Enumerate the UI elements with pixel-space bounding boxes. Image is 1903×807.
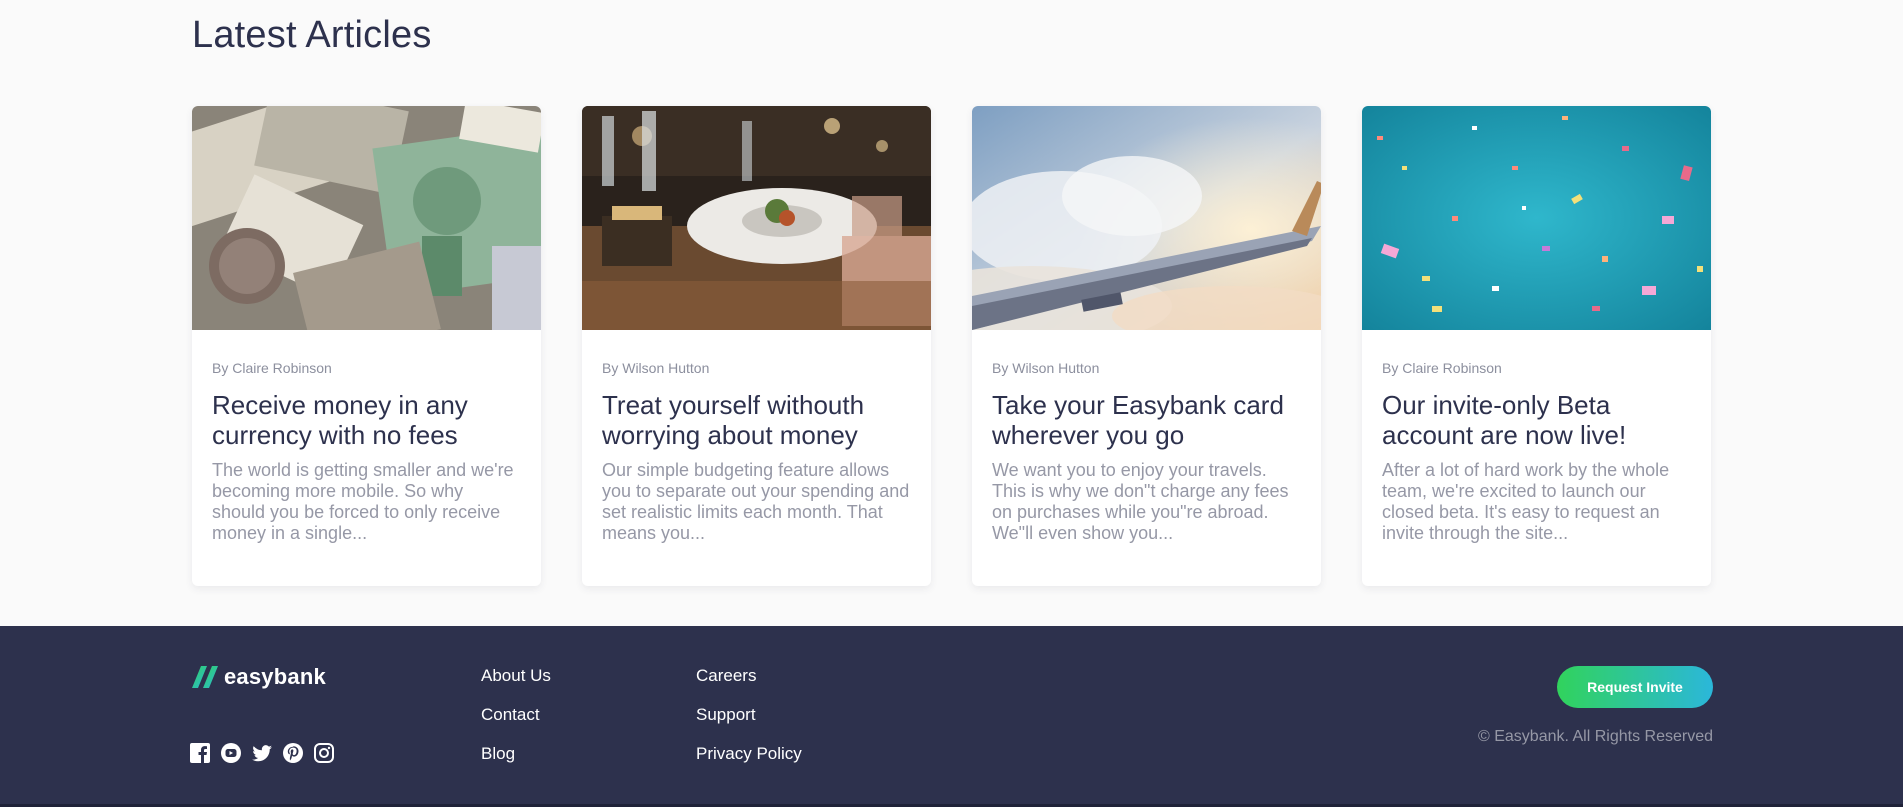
article-excerpt: After a lot of hard work by the whole te… <box>1382 460 1670 543</box>
instagram-icon[interactable] <box>313 742 335 764</box>
article-title[interactable]: Our invite-only Beta account are now liv… <box>1382 390 1691 450</box>
logo-text: easybank <box>224 664 326 689</box>
twitter-icon[interactable] <box>251 742 273 764</box>
latest-articles-section: Latest Articles By Claire Robinson Recei… <box>0 0 1903 626</box>
logo-mark-icon <box>192 666 218 688</box>
pinterest-icon[interactable] <box>282 742 304 764</box>
footer-link-privacy-policy[interactable]: Privacy Policy <box>696 744 802 764</box>
article-image-restaurant[interactable] <box>582 106 931 330</box>
article-author: By Wilson Hutton <box>602 360 710 376</box>
article-author: By Wilson Hutton <box>992 360 1100 376</box>
article-card[interactable]: By Claire Robinson Our invite-only Beta … <box>1362 106 1711 586</box>
article-excerpt: We want you to enjoy your travels. This … <box>992 460 1289 543</box>
article-image-plane[interactable] <box>972 106 1321 330</box>
social-links <box>189 742 335 764</box>
footer-links-secondary: Careers Support Privacy Policy <box>696 666 802 783</box>
youtube-icon[interactable] <box>220 742 242 764</box>
article-image-currency[interactable] <box>192 106 541 330</box>
facebook-icon[interactable] <box>189 742 211 764</box>
article-title[interactable]: Treat yourself withouth worrying about m… <box>602 390 911 450</box>
footer-link-blog[interactable]: Blog <box>481 744 551 764</box>
article-excerpt: Our simple budgeting feature allows you … <box>602 460 910 543</box>
article-author: By Claire Robinson <box>212 360 332 376</box>
site-footer: easybank About Us Contact Blog Careers S… <box>0 626 1903 807</box>
article-title[interactable]: Take your Easybank card wherever you go <box>992 390 1301 450</box>
article-author: By Claire Robinson <box>1382 360 1502 376</box>
article-card[interactable]: By Wilson Hutton Treat yourself withouth… <box>582 106 931 586</box>
footer-logo[interactable]: easybank <box>192 664 326 690</box>
copyright-text: © Easybank. All Rights Reserved <box>1477 728 1713 745</box>
footer-link-contact[interactable]: Contact <box>481 705 551 725</box>
footer-link-about-us[interactable]: About Us <box>481 666 551 686</box>
article-card[interactable]: By Wilson Hutton Take your Easybank card… <box>972 106 1321 586</box>
article-image-confetti[interactable] <box>1362 106 1711 330</box>
request-invite-button[interactable]: Request Invite <box>1557 666 1713 708</box>
article-title[interactable]: Receive money in any currency with no fe… <box>212 390 521 450</box>
footer-links-primary: About Us Contact Blog <box>481 666 551 783</box>
footer-link-careers[interactable]: Careers <box>696 666 802 686</box>
footer-link-support[interactable]: Support <box>696 705 802 725</box>
article-excerpt: The world is getting smaller and we're b… <box>212 460 514 543</box>
section-title: Latest Articles <box>192 14 432 56</box>
article-card[interactable]: By Claire Robinson Receive money in any … <box>192 106 541 586</box>
